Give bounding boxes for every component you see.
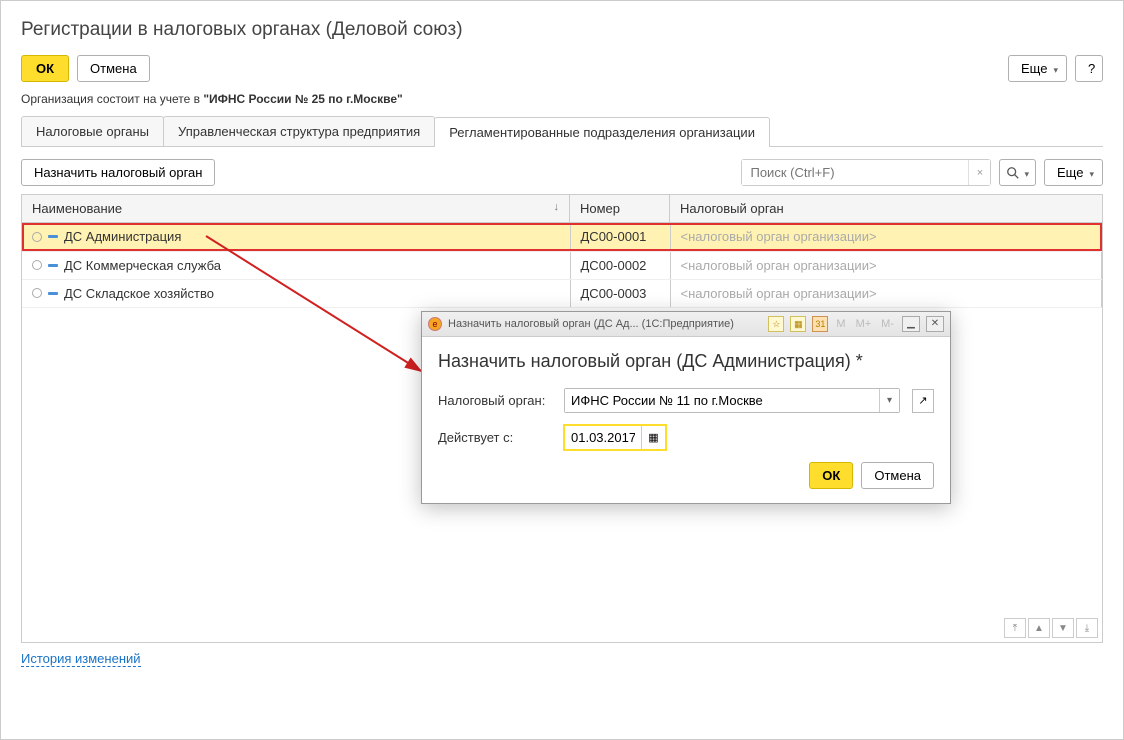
dialog-cancel-button[interactable]: Отмена	[861, 462, 934, 489]
calendar-icon[interactable]: 31	[812, 316, 828, 332]
memory-mplus-button[interactable]: M+	[854, 318, 874, 330]
status-line: Организация состоит на учете в "ИФНС Рос…	[21, 92, 1103, 106]
main-toolbar: ОК Отмена Еще ?	[21, 55, 1103, 82]
assign-authority-button[interactable]: Назначить налоговый орган	[21, 159, 215, 186]
more-button[interactable]: Еще	[1008, 55, 1067, 82]
date-input[interactable]	[565, 426, 641, 449]
scroll-last-button[interactable]: ⤓	[1076, 618, 1098, 638]
column-header-name[interactable]: Наименование↓	[22, 195, 570, 223]
clear-search-button[interactable]: ×	[968, 160, 990, 185]
favorite-icon[interactable]: ☆	[768, 316, 784, 332]
chevron-down-icon	[1051, 61, 1058, 76]
authority-open-button[interactable]: ↗	[912, 389, 934, 413]
row-authority: <налоговый орган организации>	[670, 251, 1102, 279]
form-row-authority: Налоговый орган: ▾ ↗	[438, 388, 934, 413]
main-window: Регистрации в налоговых органах (Деловой…	[0, 0, 1124, 740]
dash-icon	[48, 264, 58, 267]
dialog-body: Назначить налоговый орган (ДС Администра…	[422, 337, 950, 503]
dialog-title-text: Назначить налоговый орган (ДС Ад... (1С:…	[448, 318, 734, 330]
dash-icon	[48, 235, 58, 238]
column-header-authority[interactable]: Налоговый орган	[670, 195, 1103, 223]
row-name: ДС Администрация	[64, 229, 181, 244]
table-row[interactable]: ДС Администрация ДС00-0001 <налоговый ор…	[22, 223, 1102, 251]
memory-mminus-button[interactable]: M-	[879, 318, 896, 330]
ok-button[interactable]: ОК	[21, 55, 69, 82]
row-marker-icon	[32, 288, 42, 298]
authority-label: Налоговый орган:	[438, 393, 556, 408]
sort-down-icon: ↓	[554, 201, 560, 213]
scroll-first-button[interactable]: ⤒	[1004, 618, 1026, 638]
dialog-footer: ОК Отмена	[438, 462, 934, 489]
row-authority: <налоговый орган организации>	[670, 223, 1102, 251]
history-link[interactable]: История изменений	[21, 651, 141, 667]
sub-toolbar: Назначить налоговый орган × Еще	[21, 159, 1103, 186]
tab-management-structure[interactable]: Управленческая структура предприятия	[163, 116, 435, 146]
authority-field: ▾	[564, 388, 900, 413]
form-row-date: Действует с: ▦	[438, 425, 934, 450]
memory-m-button[interactable]: M	[834, 318, 847, 330]
scroll-down-button[interactable]: ▼	[1052, 618, 1074, 638]
date-label: Действует с:	[438, 430, 556, 445]
window-minimize-button[interactable]: ▁	[902, 316, 920, 332]
row-name: ДС Складское хозяйство	[64, 286, 214, 301]
cancel-button[interactable]: Отмена	[77, 55, 150, 82]
help-button[interactable]: ?	[1075, 55, 1103, 82]
dialog-heading: Назначить налоговый орган (ДС Администра…	[438, 351, 934, 372]
search-input[interactable]	[742, 160, 968, 185]
more-list-button[interactable]: Еще	[1044, 159, 1103, 186]
search-field-wrap: ×	[741, 159, 991, 186]
list-icon[interactable]: ▦	[790, 316, 806, 332]
scroll-nav-buttons: ⤒ ▲ ▼ ⤓	[1004, 618, 1098, 638]
column-header-number[interactable]: Номер	[570, 195, 670, 223]
row-authority: <налоговый орган организации>	[670, 279, 1102, 307]
tab-tax-authorities[interactable]: Налоговые органы	[21, 116, 164, 146]
app-icon: e	[428, 317, 442, 331]
divisions-table-header: Наименование↓ Номер Налоговый орган	[21, 194, 1103, 223]
row-number: ДС00-0002	[570, 251, 670, 279]
row-marker-icon	[32, 260, 42, 270]
dialog-titlebar[interactable]: e Назначить налоговый орган (ДС Ад... (1…	[422, 312, 950, 337]
table-row[interactable]: ДС Коммерческая служба ДС00-0002 <налого…	[22, 251, 1102, 279]
row-name: ДС Коммерческая служба	[64, 258, 221, 273]
table-row[interactable]: ДС Складское хозяйство ДС00-0003 <налого…	[22, 279, 1102, 307]
row-number: ДС00-0003	[570, 279, 670, 307]
chevron-down-icon	[1022, 165, 1029, 180]
assign-authority-dialog: e Назначить налоговый орган (ДС Ад... (1…	[421, 311, 951, 504]
row-marker-icon	[32, 232, 42, 242]
date-calendar-button[interactable]: ▦	[641, 426, 665, 449]
chevron-down-icon	[1087, 165, 1094, 180]
search-advanced-button[interactable]	[999, 159, 1036, 186]
scroll-up-button[interactable]: ▲	[1028, 618, 1050, 638]
magnifier-icon	[1006, 166, 1020, 180]
dialog-ok-button[interactable]: ОК	[809, 462, 853, 489]
window-close-button[interactable]: ✕	[926, 316, 944, 332]
page-title: Регистрации в налоговых органах (Деловой…	[21, 19, 1103, 41]
authority-input[interactable]	[565, 389, 879, 412]
tab-regulated-divisions[interactable]: Регламентированные подразделения организ…	[434, 117, 770, 147]
date-field: ▦	[564, 425, 666, 450]
dash-icon	[48, 292, 58, 295]
authority-dropdown-button[interactable]: ▾	[879, 389, 899, 412]
row-number: ДС00-0001	[570, 223, 670, 251]
tab-bar: Налоговые органы Управленческая структур…	[21, 116, 1103, 147]
